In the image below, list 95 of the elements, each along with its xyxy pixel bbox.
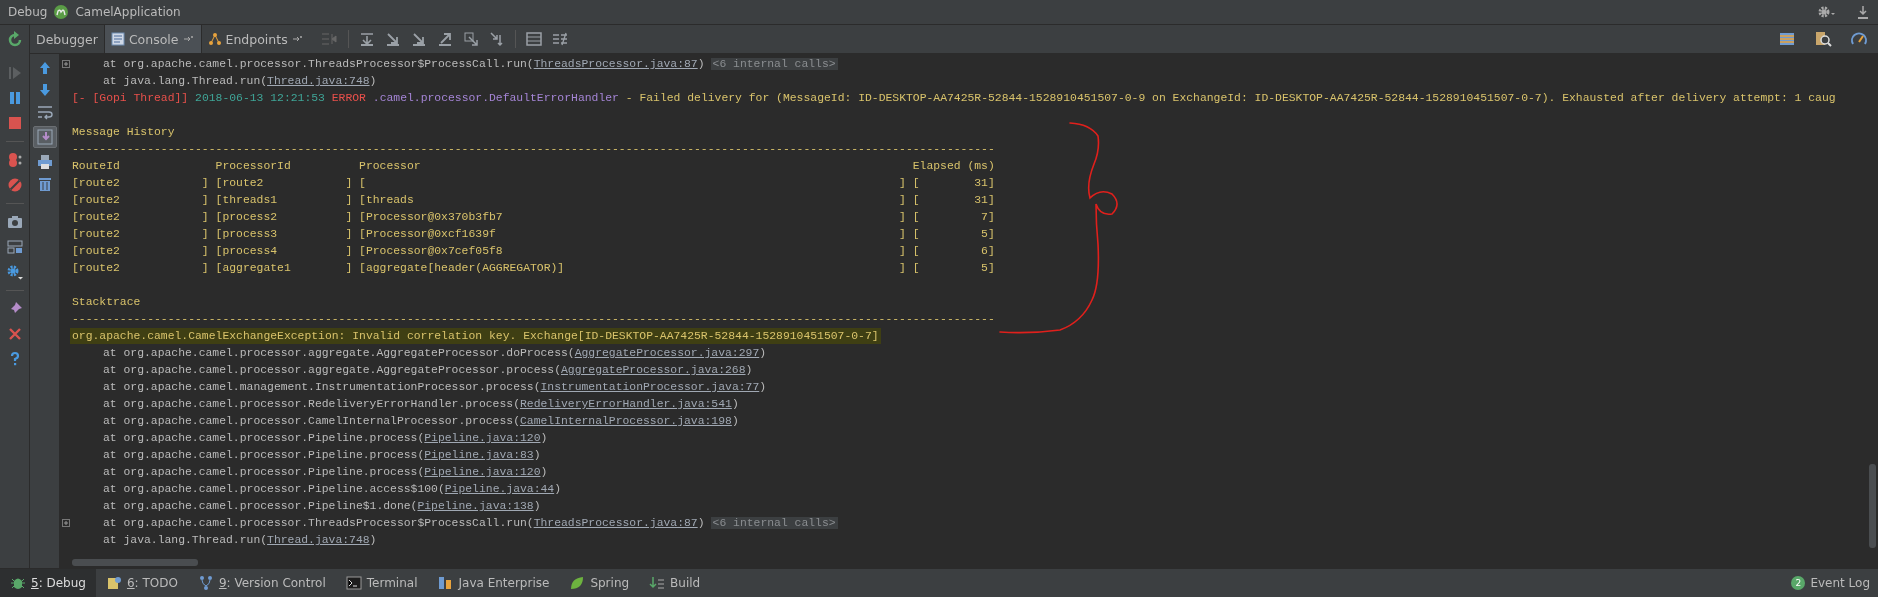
stack-frame: at java.lang.Thread.run(Thread.java:748) [103,75,377,87]
terminal-icon [345,575,362,591]
console-text: [route2 ] [threads1 ] [threads ] [ 31] [72,194,995,206]
stack-frame: at org.apache.camel.processor.aggregate.AggregateProcessor.process(AggregateProcessor.java:268) [103,364,753,376]
settings-icon[interactable] [5,264,24,280]
folded-calls-badge[interactable]: <6 internal calls> [710,517,838,529]
horizontal-scrollbar[interactable] [72,559,198,566]
source-link[interactable]: Thread.java:748 [267,534,370,546]
mute-breakpoints-icon[interactable] [6,177,23,193]
stack-frame: at org.apache.camel.processor.ThreadsProcessor$ProcessCall.run(ThreadsProcessor.java:87) [103,58,705,70]
drop-frame-icon[interactable] [462,31,479,47]
stack-frame: at org.apache.camel.management.InstrumentationProcessor.process(InstrumentationProcessor.java:77) [103,381,767,393]
source-link[interactable]: Pipeline.java:138 [417,500,534,512]
stack-frame: at java.lang.Thread.run(Thread.java:748) [103,534,377,546]
run-to-cursor-icon[interactable] [488,31,505,47]
source-link[interactable]: InstrumentationProcessor.java:77 [540,381,760,393]
hide-panel-icon[interactable] [1856,4,1870,20]
stack-frame: at org.apache.camel.processor.Pipeline.process(Pipeline.java:120) [103,466,548,478]
stop-icon[interactable] [6,115,23,131]
console-text: [route2 ] [aggregate1 ] [aggregate[header(AGGREGATOR)] ] [ 5] [72,262,995,274]
log-level: ERROR [331,92,366,104]
vertical-scrollbar[interactable] [1869,464,1876,548]
scroll-to-end-button[interactable] [32,126,57,148]
trash-icon[interactable] [36,176,53,192]
table-icon[interactable] [525,31,542,47]
layout-icon[interactable] [6,239,23,255]
source-link[interactable]: Pipeline.java:120 [424,432,541,444]
nodes-icon [207,32,222,46]
run-configuration-name: CamelApplication [75,5,181,19]
console-text: Stacktrace [72,296,141,308]
source-link[interactable]: ThreadsProcessor.java:87 [533,58,698,70]
console-text: org.apache.camel.CamelExchangeException: Invalid correlation key. Exchange[ID-DESKTOP-AA7425R-52844-1528910451507-0-7] [72,330,879,342]
console-text: [route2 ] [process2 ] [Processor@0x370b3fb7 ] [ 7] [72,211,995,223]
tool-window-button[interactable]: 6: TODO [95,569,188,597]
expand-icon[interactable] [62,60,70,68]
source-link[interactable]: CamelInternalProcessor.java:198 [519,415,732,427]
console-text: RouteId ProcessorId Processor Elapsed (ms) [72,160,995,172]
print-icon[interactable] [36,154,53,170]
blocks-icon [437,575,454,591]
arrow-list-icon [649,575,666,591]
console-icon [110,32,125,46]
panel-title: Debug [8,5,48,19]
source-link[interactable]: ThreadsProcessor.java:87 [533,517,698,529]
force-step-icon[interactable] [410,31,427,47]
tool-window-button[interactable]: Terminal [335,569,428,597]
step-out-icon[interactable] [436,31,453,47]
console-text: Message History [72,126,175,138]
console-text: [route2 ] [process3 ] [Processor@0xcf1639f ] [ 5] [72,228,995,240]
wrap-lines-icon[interactable] [36,104,53,120]
panel-tab[interactable]: Endpoints [201,25,310,53]
source-link[interactable]: Pipeline.java:44 [444,483,555,495]
stack-frame: at org.apache.camel.processor.Pipeline.process(Pipeline.java:120) [103,432,548,444]
breakpoints-icon[interactable] [6,152,23,168]
stack-frame: at org.apache.camel.processor.Pipeline$1.done(Pipeline.java:138) [103,500,541,512]
step-over-icon[interactable] [358,31,375,47]
console-text: --------------------------------------------------------------------------------------------------------------------------------------- [72,143,995,155]
notification-count: 2 [1791,576,1806,590]
trace-icon[interactable] [551,31,568,47]
search-icon[interactable] [1814,30,1832,48]
stack-frame: at org.apache.camel.processor.Pipeline.access$100(Pipeline.java:44) [103,483,561,495]
tool-window-button[interactable]: Build [639,569,711,597]
tool-window-button[interactable]: 5: Debug [0,569,96,597]
source-link[interactable]: Pipeline.java:83 [424,449,534,461]
source-link[interactable]: AggregateProcessor.java:268 [561,364,746,376]
console-text: --------------------------------------------------------------------------------------------------------------------------------------- [72,313,995,325]
leaf-icon [569,575,586,591]
log-thread: [- [Gopi Thread]] [72,92,189,104]
source-link[interactable]: Pipeline.java:120 [424,466,541,478]
expand-icon[interactable] [62,519,70,527]
source-link[interactable]: Thread.java:748 [267,75,370,87]
panel-tab[interactable]: Debugger [30,25,104,53]
stack-frame: at org.apache.camel.processor.Pipeline.process(Pipeline.java:83) [103,449,541,461]
log-timestamp: 2018-06-13 12:21:53 [195,92,325,104]
stack-frame: at org.apache.camel.processor.RedeliveryErrorHandler.process(RedeliveryErrorHandler.java:541) [103,398,739,410]
stack-frame: at org.apache.camel.processor.aggregate.AggregateProcessor.doProcess(AggregateProcessor.java:297) [103,347,767,359]
branch-icon [197,575,214,591]
console-text: [route2 ] [route2 ] [ ] [ 31] [72,177,995,189]
source-link[interactable]: AggregateProcessor.java:297 [574,347,760,359]
console-text: [route2 ] [process4 ] [Processor@0x7cef05f8 ] [ 6] [72,245,995,257]
stack-frame: at org.apache.camel.processor.ThreadsProcessor$ProcessCall.run(ThreadsProcessor.java:87) [103,517,705,529]
tool-window-button[interactable]: 9: Version Control [187,569,336,597]
folded-calls-badge[interactable]: <6 internal calls> [710,58,838,70]
tool-window-button[interactable]: Java Enterprise [427,569,560,597]
logger-name: .camel.processor.DefaultErrorHandler [372,92,619,104]
log-message: - Failed delivery for (MessageId: ID-DESKTOP-AA7425R-52844-1528910451507-0-9 on ExchangeId: ID-DESKTOP-AA7425R-52844-1528910451507-0-7). Exhausted after delivery attempt: 1 caug [625,92,1836,104]
source-link[interactable]: RedeliveryErrorHandler.java:541 [519,398,732,410]
event-log-button[interactable]: 2 Event Log [1791,576,1870,590]
panel-tab[interactable]: Console [103,25,202,53]
close-icon[interactable] [6,326,23,342]
notes-icon [105,575,122,591]
stack-frame: at org.apache.camel.processor.CamelInternalProcessor.process(CamelInternalProcessor.java:198) [103,415,739,427]
settings-icon[interactable] [1816,4,1836,20]
camera-icon[interactable] [6,214,23,230]
tool-window-button[interactable]: Spring [559,569,640,597]
step-into-icon[interactable] [384,31,401,47]
